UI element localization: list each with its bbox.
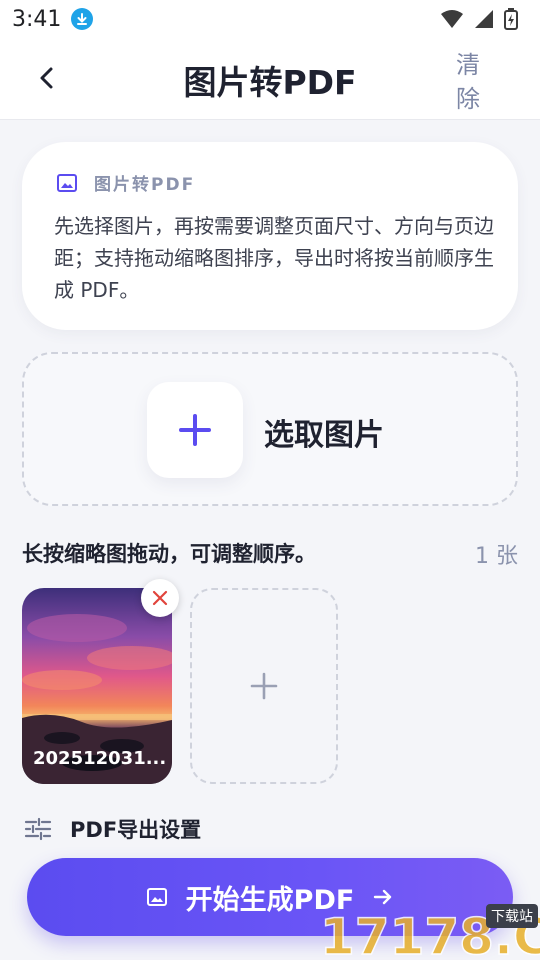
signal-icon bbox=[475, 10, 493, 28]
add-image-tile[interactable] bbox=[190, 588, 338, 784]
status-time: 3:41 bbox=[12, 6, 62, 32]
image-count: 1 张 bbox=[475, 544, 518, 569]
image-icon bbox=[146, 888, 167, 906]
status-left: 3:41 bbox=[12, 6, 94, 32]
reorder-hint: 长按缩略图拖动，可调整顺序。 bbox=[22, 542, 316, 566]
clear-button[interactable]: 清除 bbox=[452, 48, 484, 116]
remove-image-button[interactable] bbox=[141, 579, 179, 617]
image-thumbnail[interactable]: 202512031... bbox=[22, 588, 172, 784]
info-card: 图片转PDF 先选择图片，再按需要调整页面尺寸、方向与页边距；支持拖动缩略图排序… bbox=[22, 142, 518, 330]
status-right bbox=[440, 8, 518, 30]
pick-images-button[interactable] bbox=[147, 382, 243, 478]
pdf-settings-row[interactable]: PDF导出设置 bbox=[24, 814, 201, 844]
plus-icon bbox=[179, 414, 211, 446]
watermark-tag: 下载站 bbox=[486, 904, 538, 928]
pick-images-zone[interactable]: 选取图片 bbox=[22, 352, 518, 506]
wifi-icon bbox=[441, 10, 463, 28]
sliders-icon bbox=[24, 817, 52, 841]
status-bar: 3:41 bbox=[0, 0, 540, 38]
plus-icon bbox=[250, 672, 278, 700]
info-card-body: 先选择图片，再按需要调整页面尺寸、方向与页边距；支持拖动缩略图排序，导出时将按当… bbox=[54, 214, 494, 302]
download-badge-icon bbox=[71, 8, 94, 30]
close-icon bbox=[152, 590, 168, 606]
pdf-settings-label: PDF导出设置 bbox=[70, 818, 202, 842]
thumbnail-hint-row: 长按缩略图拖动，可调整顺序。 1 张 bbox=[22, 538, 518, 570]
info-card-header: 图片转PDF bbox=[56, 170, 195, 195]
thumbnail-filename: 202512031... bbox=[33, 748, 167, 769]
image-icon bbox=[57, 173, 77, 192]
info-card-title: 图片转PDF bbox=[94, 175, 196, 195]
battery-icon bbox=[504, 8, 518, 30]
pick-images-label: 选取图片 bbox=[264, 418, 384, 453]
app-header: 图片转PDF 清除 bbox=[0, 38, 540, 120]
